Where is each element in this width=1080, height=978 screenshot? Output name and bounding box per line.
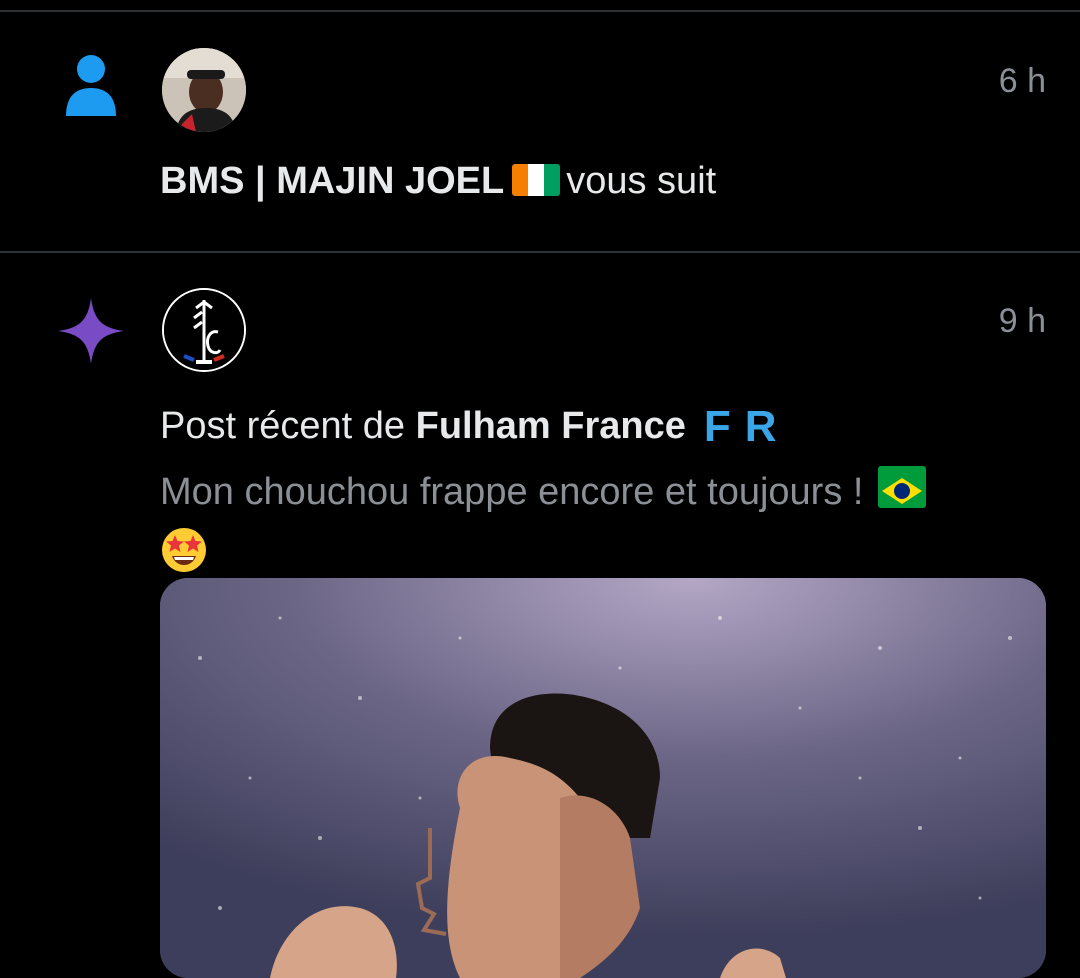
person-icon (66, 55, 116, 116)
post-text-block[interactable]: Mon chouchou frappe encore et toujours ! (160, 462, 1040, 582)
post-image[interactable] (160, 578, 1046, 978)
recent-post-header: Post récent de Fulham France FR (160, 402, 791, 452)
post-text: Mon chouchou frappe encore et toujours ! (160, 471, 864, 513)
fulham-logo-icon (164, 290, 244, 370)
notification-follow[interactable] (0, 12, 1080, 251)
star-struck-icon (160, 526, 208, 574)
flag-brazil-icon (878, 466, 927, 508)
avatar[interactable] (162, 48, 246, 132)
player-photo (160, 578, 1046, 978)
fr-badge: FR (703, 402, 791, 451)
timestamp: 9 h (998, 302, 1046, 340)
avatar-fulham-france[interactable] (162, 288, 246, 372)
prefix-text: Post récent de (160, 405, 406, 447)
user-name[interactable]: BMS | MAJIN JOEL (160, 160, 504, 202)
follow-text: BMS | MAJIN JOEL vous suit (160, 160, 716, 203)
action-text: vous suit (566, 160, 717, 202)
avatar-photo (162, 48, 246, 132)
account-name[interactable]: Fulham France (416, 405, 686, 447)
sparkle-icon (58, 298, 124, 364)
timestamp: 6 h (998, 62, 1046, 100)
flag-cote-divoire-icon (512, 164, 561, 196)
